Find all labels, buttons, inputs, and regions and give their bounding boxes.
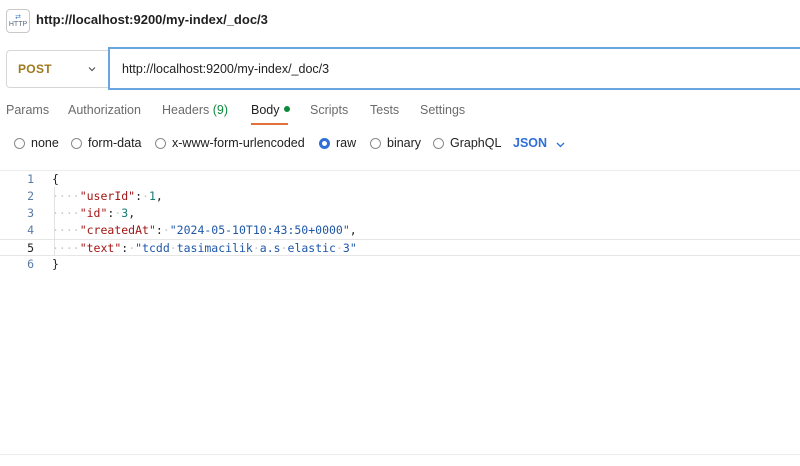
whitespace-marker: · bbox=[162, 223, 170, 237]
whitespace-marker: · bbox=[335, 241, 343, 255]
json-string: "tcdd·tasimacilik·a.s·elastic·3" bbox=[135, 241, 357, 255]
radio-label: GraphQL bbox=[450, 136, 502, 150]
brace: } bbox=[52, 257, 59, 271]
code-line[interactable]: 1{ bbox=[0, 171, 800, 188]
chevron-down-icon[interactable] bbox=[556, 140, 565, 149]
line-number: 3 bbox=[27, 206, 34, 220]
comma: , bbox=[349, 223, 357, 237]
json-key: "userId" bbox=[79, 189, 136, 203]
body-type-selector: none form-data x-www-form-urlencoded raw… bbox=[0, 133, 800, 155]
string-segment: "2024-05-10T10:43:50+0000" bbox=[169, 223, 350, 237]
code-text: ····"userId":·1, bbox=[52, 189, 163, 203]
json-number: 1 bbox=[148, 189, 156, 203]
radio-label: binary bbox=[387, 136, 422, 150]
code-line[interactable]: 6} bbox=[0, 256, 800, 273]
radio-none[interactable]: none bbox=[14, 136, 59, 150]
tab-label: Headers bbox=[162, 103, 210, 117]
string-segment: tasimacilik bbox=[176, 241, 253, 255]
body-editor[interactable]: 1{2 ····"userId":·1, 3 ····"id":·3, 4 ····"cr… bbox=[0, 171, 800, 451]
radio-circle-icon bbox=[370, 137, 381, 149]
tab-label: Authorization bbox=[68, 103, 141, 117]
line-number: 6 bbox=[27, 257, 34, 271]
method-label: POST bbox=[18, 62, 52, 76]
radio-circle-icon bbox=[433, 137, 444, 149]
code-text: ····"createdAt":·"2024-05-10T10:43:50+00… bbox=[52, 223, 357, 237]
code-text: ····"text":·"tcdd·tasimacilik·a.s·elasti… bbox=[52, 241, 357, 255]
string-segment: 3" bbox=[342, 241, 357, 255]
url-input[interactable] bbox=[108, 47, 800, 90]
code-line[interactable]: 3 ····"id":·3, bbox=[0, 205, 800, 222]
json-string: "2024-05-10T10:43:50+0000" bbox=[170, 223, 350, 237]
request-tabs: Params Authorization Headers (9) Body Sc… bbox=[0, 96, 800, 126]
brace: { bbox=[52, 172, 59, 186]
tab-body[interactable]: Body bbox=[251, 103, 290, 117]
radio-graphql[interactable]: GraphQL bbox=[433, 136, 501, 150]
body-indicator-dot-icon bbox=[283, 106, 290, 112]
radio-label: raw bbox=[336, 136, 357, 150]
indent-guide bbox=[54, 187, 55, 255]
whitespace-marker: · bbox=[280, 241, 288, 255]
tab-label: Body bbox=[251, 103, 280, 117]
line-number: 4 bbox=[27, 223, 34, 237]
whitespace-marker: ···· bbox=[52, 206, 80, 220]
radio-x-www-form-urlencoded[interactable]: x-www-form-urlencoded bbox=[155, 136, 305, 150]
json-key: "createdAt" bbox=[79, 223, 156, 237]
whitespace-marker: · bbox=[169, 241, 177, 255]
http-icon: ⇄ HTTP bbox=[6, 9, 30, 33]
line-number: 2 bbox=[27, 189, 34, 203]
comma: , bbox=[128, 206, 136, 220]
string-segment: "tcdd bbox=[135, 241, 170, 255]
string-segment: elastic bbox=[287, 241, 336, 255]
tab-headers[interactable]: Headers (9) bbox=[162, 103, 228, 117]
tab-tests[interactable]: Tests bbox=[370, 103, 399, 117]
tab-scripts[interactable]: Scripts bbox=[310, 103, 348, 117]
tab-label: Params bbox=[6, 103, 50, 117]
comma: , bbox=[155, 189, 163, 203]
chevron-down-icon bbox=[88, 67, 96, 72]
line-number: 1 bbox=[27, 172, 34, 186]
radio-circle-icon bbox=[155, 137, 166, 149]
tab-settings[interactable]: Settings bbox=[420, 103, 465, 117]
radio-selected-icon bbox=[319, 137, 330, 149]
radio-label: form-data bbox=[88, 136, 142, 150]
whitespace-marker: ···· bbox=[52, 223, 80, 237]
code-text: ····"id":·3, bbox=[52, 206, 136, 220]
json-key: "text" bbox=[79, 241, 122, 255]
tab-label: Settings bbox=[420, 103, 466, 117]
line-number: 5 bbox=[27, 241, 34, 255]
whitespace-marker: ···· bbox=[52, 241, 80, 255]
tab-label: Scripts bbox=[310, 103, 349, 117]
radio-circle-icon bbox=[14, 137, 25, 149]
radio-form-data[interactable]: form-data bbox=[71, 136, 142, 150]
http-icon-label: HTTP bbox=[8, 21, 28, 28]
tab-params[interactable]: Params bbox=[6, 103, 49, 117]
radio-circle-icon bbox=[71, 137, 82, 149]
code-line[interactable]: 5 ····"text":·"tcdd·tasimacilik·a.s·elast… bbox=[0, 239, 800, 256]
code-text: } bbox=[52, 256, 59, 273]
headers-count: (9) bbox=[212, 103, 229, 117]
radio-raw[interactable]: raw bbox=[319, 136, 356, 150]
tab-label: Tests bbox=[370, 103, 400, 117]
code-line[interactable]: 2 ····"userId":·1, bbox=[0, 188, 800, 205]
bottom-divider bbox=[0, 454, 800, 455]
raw-format-select[interactable]: JSON bbox=[513, 136, 547, 150]
code-text: { bbox=[52, 171, 59, 188]
tab-authorization[interactable]: Authorization bbox=[68, 103, 141, 117]
request-title[interactable]: http://localhost:9200/my-index/_doc/3 bbox=[36, 12, 268, 27]
string-segment: a.s bbox=[259, 241, 281, 255]
radio-label: none bbox=[31, 136, 59, 150]
whitespace-marker: · bbox=[252, 241, 260, 255]
title-bar: ⇄ HTTP http://localhost:9200/my-index/_d… bbox=[0, 0, 800, 42]
whitespace-marker: ···· bbox=[52, 189, 80, 203]
code-line[interactable]: 4 ····"createdAt":·"2024-05-10T10:43:50+0… bbox=[0, 222, 800, 239]
http-arrows-icon: ⇄ bbox=[15, 14, 21, 21]
radio-binary[interactable]: binary bbox=[370, 136, 421, 150]
method-select[interactable]: POST bbox=[6, 50, 108, 88]
whitespace-marker: · bbox=[142, 189, 149, 203]
active-tab-underline bbox=[251, 123, 288, 125]
radio-label: x-www-form-urlencoded bbox=[172, 136, 305, 150]
json-key: "id" bbox=[79, 206, 108, 220]
